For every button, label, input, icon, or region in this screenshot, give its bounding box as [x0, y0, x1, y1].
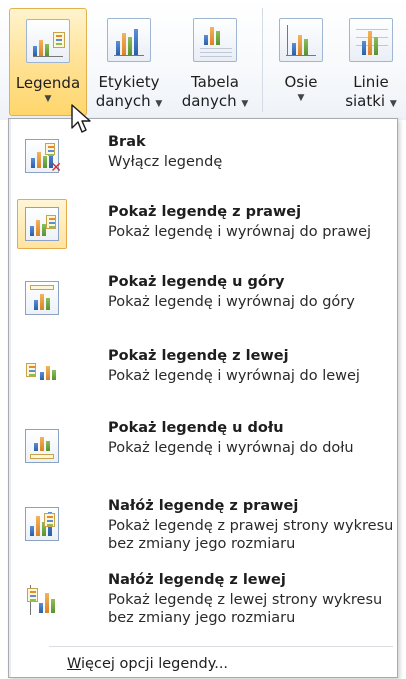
menu-item-title: Pokaż legendę u dołu	[108, 420, 284, 436]
menu-item-description: Wyłącz legendę	[108, 154, 223, 170]
ribbon-separator	[262, 8, 263, 112]
data-table-icon	[193, 18, 237, 62]
legend-right-icon	[25, 207, 59, 241]
data-table-button[interactable]: Tabela danych ▼	[174, 8, 256, 116]
legend-icon	[26, 19, 70, 63]
menu-item-description: Pokaż legendę i wyrównaj do lewej	[108, 368, 360, 384]
chart-layout-ribbon: Legenda ▼ Etykiety danych ▼ Tabela danyc…	[0, 0, 406, 120]
data-labels-button[interactable]: Etykiety danych ▼	[92, 8, 166, 116]
legend-button[interactable]: Legenda ▼	[9, 8, 87, 116]
chevron-down-icon: ▼	[297, 93, 305, 103]
menu-separator	[49, 646, 393, 647]
axes-icon	[279, 18, 323, 62]
legend-overlay-left-icon	[25, 583, 59, 617]
legend-overlay-right-icon	[25, 507, 59, 541]
legend-top-icon	[25, 281, 59, 315]
gridlines-button-label: Linie siatki ▼	[345, 73, 397, 110]
data-labels-icon	[107, 18, 151, 62]
chevron-down-icon: ▼	[155, 99, 163, 109]
data-labels-button-label: Etykiety danych ▼	[95, 73, 163, 110]
menu-item-description: Pokaż legendę z prawej strony wykresu be…	[108, 518, 394, 552]
legend-none-icon: ✕	[25, 139, 62, 175]
menu-item-legend-top[interactable]: Pokaż legendę u góry Pokaż legendę i wyr…	[15, 271, 395, 339]
menu-item-title: Pokaż legendę z lewej	[108, 348, 289, 364]
axes-button[interactable]: Osie ▼	[274, 8, 328, 116]
menu-item-legend-none[interactable]: ✕ Brak Wyłącz legendę	[15, 127, 395, 189]
menu-item-description: Pokaż legendę z lewej strony wykresu bez…	[108, 592, 383, 626]
legend-dropdown-menu: ✕ Brak Wyłącz legendę Pokaż legendę z pr…	[8, 118, 398, 678]
chevron-down-icon: ▼	[44, 94, 52, 104]
axes-button-label: Osie	[284, 73, 318, 91]
data-table-button-label: Tabela danych ▼	[181, 73, 249, 110]
mouse-cursor-icon	[71, 104, 91, 133]
menu-item-description: Pokaż legendę i wyrównaj do dołu	[108, 440, 354, 456]
menu-item-title: Nałóż legendę z prawej	[108, 498, 299, 514]
menu-item-overlay-legend-right[interactable]: Nałóż legendę z prawej Pokaż legendę z p…	[15, 495, 395, 563]
more-legend-options-link[interactable]: Więcej opcji legendy...	[67, 655, 228, 673]
menu-item-legend-right[interactable]: Pokaż legendę z prawej Pokaż legendę i w…	[15, 197, 395, 265]
menu-item-title: Pokaż legendę z prawej	[108, 204, 302, 220]
menu-item-overlay-legend-left[interactable]: Nałóż legendę z lewej Pokaż legendę z le…	[15, 569, 395, 637]
gridlines-button[interactable]: Linie siatki ▼	[340, 8, 402, 116]
legend-bottom-icon	[25, 429, 59, 463]
menu-item-legend-bottom[interactable]: Pokaż legendę u dołu Pokaż legendę i wyr…	[15, 419, 395, 487]
gridlines-icon	[349, 18, 393, 62]
menu-item-description: Pokaż legendę i wyrównaj do prawej	[108, 224, 372, 240]
menu-item-title: Brak	[108, 134, 146, 150]
menu-item-title: Pokaż legendę u góry	[108, 274, 285, 290]
menu-item-description: Pokaż legendę i wyrównaj do góry	[108, 294, 355, 310]
chevron-down-icon: ▼	[389, 99, 397, 109]
chevron-down-icon: ▼	[241, 99, 249, 109]
legend-button-label: Legenda	[15, 74, 81, 92]
legend-left-icon	[25, 355, 59, 389]
menu-item-title: Nałóż legendę z lewej	[108, 572, 286, 588]
menu-item-legend-left[interactable]: Pokaż legendę z lewej Pokaż legendę i wy…	[15, 341, 395, 409]
